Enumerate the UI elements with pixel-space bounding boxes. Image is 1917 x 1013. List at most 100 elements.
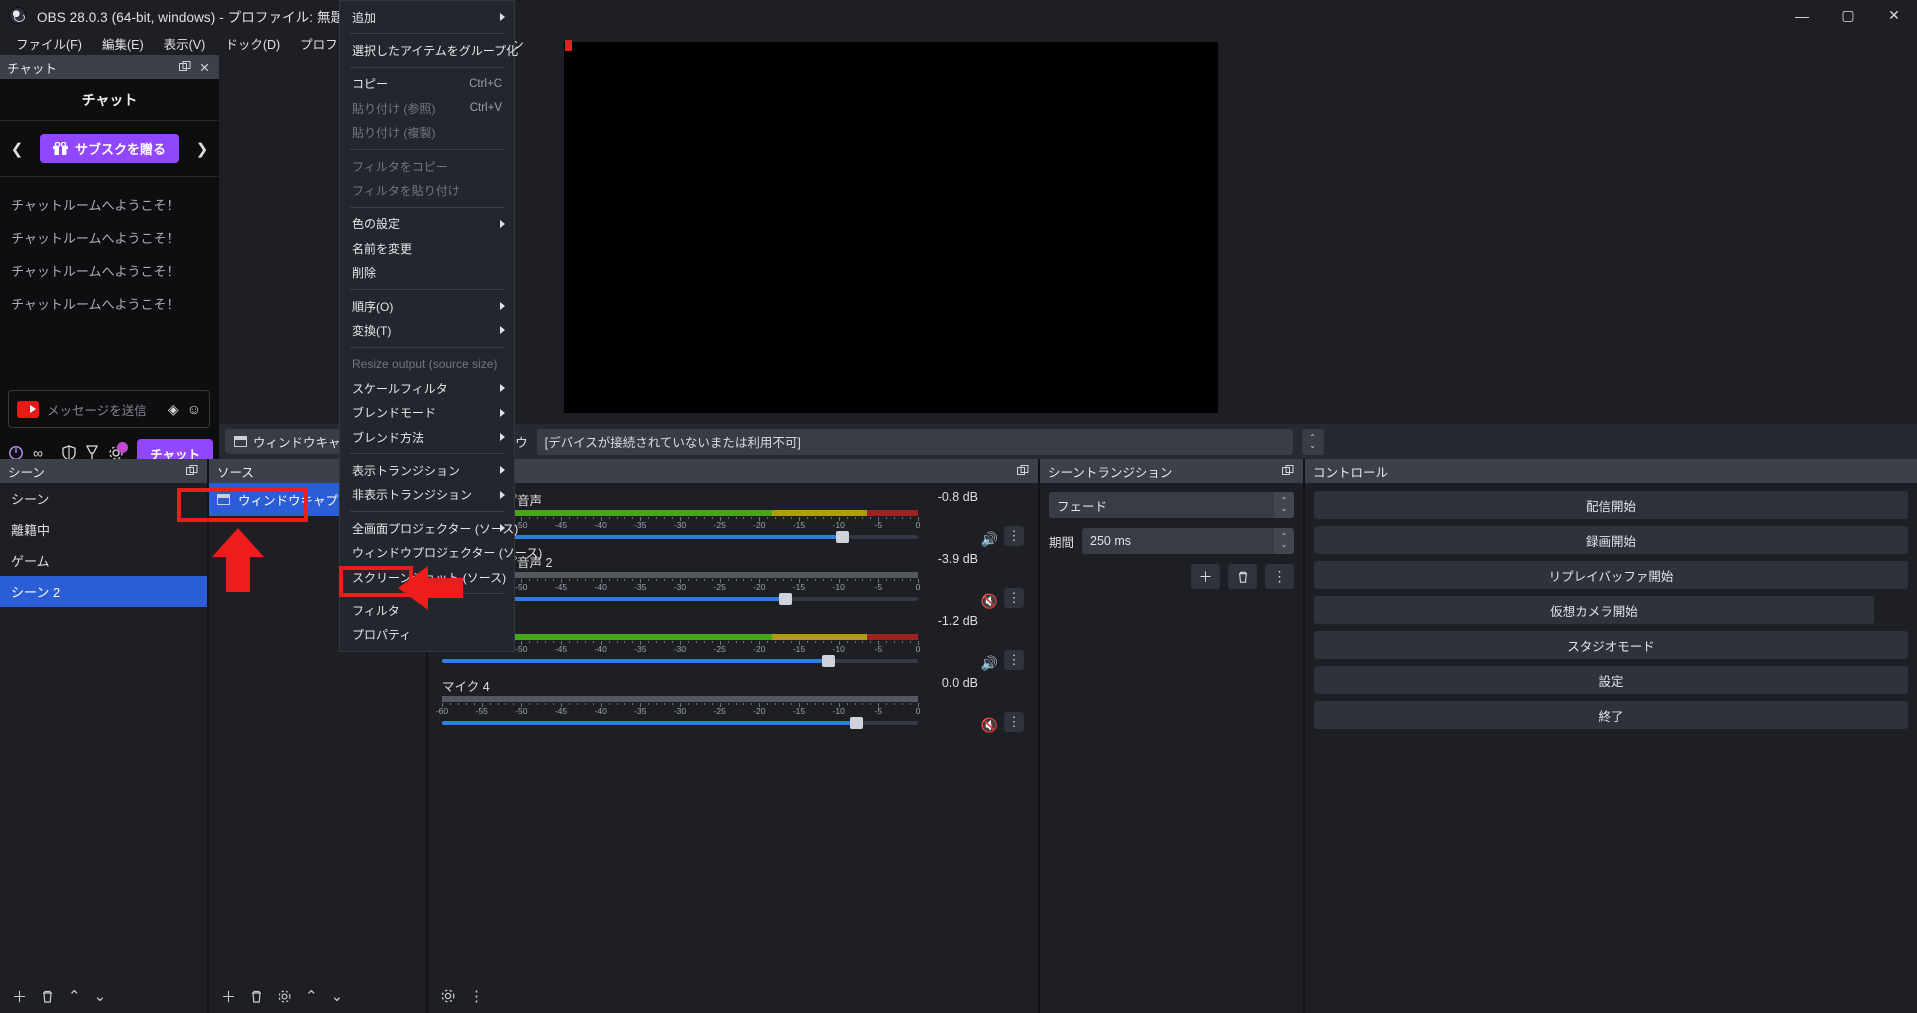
add-icon[interactable]: ＋ [221, 986, 236, 1007]
source-context-menu[interactable]: 追加 選択したアイテムをグループ化 コピー Ctrl+C 貼り付け (参照) Ctrl+V… [339, 0, 542, 652]
menu-view[interactable]: 表示(V) [154, 32, 216, 55]
chat-input-placeholder[interactable]: メッセージを送信 [47, 400, 160, 419]
volume-fader[interactable] [442, 717, 918, 729]
duration-input[interactable]: 250 ms ⌃ ⌄ [1082, 528, 1294, 554]
start-virtual-camera-button[interactable]: 仮想カメラ開始 [1314, 596, 1874, 624]
meter-minor-tick [751, 641, 753, 643]
meter-tick-label: -50 [515, 582, 528, 592]
channel-menu-icon[interactable]: ⋮ [1004, 588, 1024, 608]
gift-subscription-button[interactable]: サブスクを贈る [39, 134, 179, 163]
bits-diamond-icon[interactable]: ◈ [168, 401, 179, 418]
context-menu-item[interactable]: 削除 [340, 261, 514, 285]
chat-compose-box[interactable]: メッセージを送信 ◈ ☺ [8, 390, 210, 428]
context-menu-item[interactable]: 表示トランジション [340, 458, 514, 482]
context-menu-item[interactable]: 順序(O) [340, 294, 514, 318]
menu-edit[interactable]: 編集(E) [92, 32, 154, 55]
speaker-icon[interactable]: 🔊 [981, 531, 998, 548]
audio-settings-gear-icon[interactable] [440, 988, 456, 1004]
window-capture-icon [217, 494, 230, 505]
context-menu-item[interactable]: 色の設定 [340, 212, 514, 236]
chevron-left-icon[interactable]: ❮ [8, 140, 26, 158]
scene-list-item[interactable]: 離籍中 [0, 514, 207, 545]
context-menu-item[interactable]: 非表示トランジション [340, 483, 514, 507]
context-menu-item[interactable]: 全画面プロジェクター (ソース) [340, 516, 518, 540]
remove-icon[interactable] [40, 989, 55, 1004]
more-options-icon[interactable]: ⋮ [469, 987, 484, 1005]
volume-fader[interactable] [442, 655, 918, 667]
meter-tick-label: -35 [634, 582, 647, 592]
popout-icon[interactable] [1015, 464, 1030, 479]
move-up-icon[interactable]: ⌃ [68, 987, 81, 1005]
context-menu-item[interactable]: プロパティ [340, 623, 514, 647]
video-camera-icon[interactable] [17, 400, 39, 418]
speaker-muted-icon[interactable]: 🔇 [981, 717, 998, 734]
meter-tick-label: 0 [915, 520, 921, 530]
menu-file[interactable]: ファイル(F) [6, 32, 92, 55]
meter-minor-tick [870, 641, 872, 643]
move-down-icon[interactable]: ⌄ [94, 987, 107, 1005]
context-menu-item[interactable]: 追加 [340, 5, 514, 29]
menu-dock[interactable]: ドック(D) [215, 32, 290, 55]
meter-minor-tick [545, 517, 547, 519]
emote-smiley-icon[interactable]: ☺ [187, 401, 201, 417]
meter-minor-tick [703, 517, 705, 519]
properties-gear-icon[interactable] [277, 989, 292, 1004]
meter-minor-tick [814, 517, 816, 519]
move-down-icon[interactable]: ⌄ [331, 987, 344, 1005]
scene-list-item[interactable]: ゲーム [0, 545, 207, 576]
context-menu-item[interactable]: ブレンドモード [340, 400, 514, 424]
meter-minor-tick [695, 579, 697, 581]
meter-minor-tick [783, 703, 785, 705]
context-menu-item[interactable]: ブレンド方法 [340, 425, 514, 449]
popout-icon[interactable] [177, 60, 192, 75]
maximize-icon[interactable]: ▢ [1825, 0, 1871, 31]
context-menu-item[interactable]: スケールフィルタ [340, 376, 514, 400]
transition-select-spinner[interactable]: ⌃ ⌄ [1274, 492, 1294, 518]
settings-button[interactable]: 設定 [1314, 666, 1908, 694]
meter-minor-tick [592, 641, 594, 643]
chevron-right-icon[interactable]: ❯ [193, 140, 211, 158]
start-recording-button[interactable]: 録画開始 [1314, 526, 1908, 554]
speaker-icon[interactable]: 🔊 [981, 655, 998, 672]
duration-spinner[interactable]: ⌃ ⌄ [1274, 528, 1294, 554]
add-icon[interactable]: ＋ [1191, 564, 1220, 589]
start-streaming-button[interactable]: 配信開始 [1314, 491, 1908, 519]
transition-select[interactable]: フェード ⌃ ⌄ [1049, 492, 1294, 518]
meter-minor-tick [624, 579, 626, 581]
channel-menu-icon[interactable]: ⋮ [1004, 650, 1024, 670]
popout-icon[interactable] [1280, 464, 1295, 479]
context-menu-item[interactable]: 選択したアイテムをグループ化 [340, 38, 518, 62]
studio-mode-button[interactable]: スタジオモード [1314, 631, 1908, 659]
meter-minor-tick [465, 703, 467, 705]
context-menu-item[interactable]: コピー Ctrl+C [340, 72, 514, 96]
meter-tick-label: -10 [832, 520, 845, 530]
remove-icon[interactable] [249, 989, 264, 1004]
context-menu-item[interactable]: 名前を変更 [340, 236, 514, 260]
meter-minor-tick [830, 703, 832, 705]
scene-transitions-panel: シーントランジション フェード ⌃ ⌄ 期間 250 ms ⌃ ⌄ ＋ ⋮ [1040, 459, 1305, 1013]
speaker-muted-icon[interactable]: 🔇 [981, 593, 998, 610]
context-menu-item[interactable]: 変換(T) [340, 318, 514, 342]
move-up-icon[interactable]: ⌃ [305, 987, 318, 1005]
minimize-icon[interactable]: — [1779, 0, 1825, 31]
remove-icon[interactable] [1228, 564, 1257, 589]
window-select-spinner[interactable]: ⌃ ⌄ [1301, 428, 1324, 455]
meter-tick-label: -60 [435, 706, 449, 716]
preview-canvas[interactable] [564, 42, 1218, 413]
popout-icon[interactable] [184, 464, 199, 479]
window-select-value[interactable]: [デバイスが接続されていないまたは利用不可] [536, 428, 1293, 455]
exit-button[interactable]: 終了 [1314, 701, 1908, 729]
start-replay-buffer-button[interactable]: リプレイバッファ開始 [1314, 561, 1908, 589]
gift-subscription-label: サブスクを贈る [74, 142, 166, 157]
channel-menu-icon[interactable]: ⋮ [1004, 526, 1024, 546]
scene-list-item[interactable]: シーン [0, 483, 207, 514]
context-menu-item-label: ウィンドウプロジェクター (ソース) [352, 546, 543, 561]
scene-list-item-selected[interactable]: シーン 2 [0, 576, 207, 607]
meter-minor-tick [537, 703, 539, 705]
close-icon[interactable]: ✕ [197, 60, 212, 75]
more-options-icon[interactable]: ⋮ [1265, 564, 1294, 589]
add-icon[interactable]: ＋ [12, 986, 27, 1007]
channel-menu-icon[interactable]: ⋮ [1004, 712, 1024, 732]
context-menu-item[interactable]: ウィンドウプロジェクター (ソース) [340, 540, 542, 564]
close-icon[interactable]: ✕ [1871, 0, 1917, 31]
